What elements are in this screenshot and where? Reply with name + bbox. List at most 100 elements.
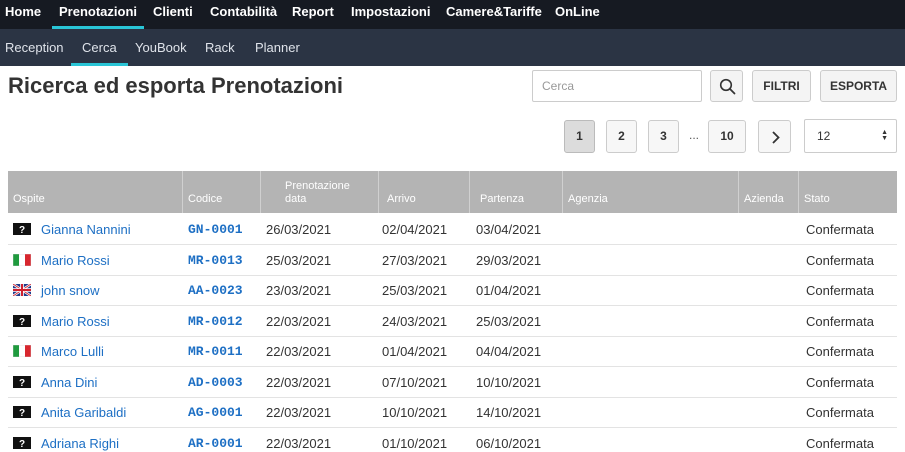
unknown-flag-icon: ? [13, 223, 31, 235]
arrival-date: 01/04/2021 [382, 344, 448, 359]
filters-button[interactable]: FILTRI [752, 70, 811, 102]
table-row[interactable]: ? Adriana Righi AR-0001 22/03/2021 01/10/202… [8, 428, 897, 452]
subnav-item-rack[interactable]: Rack [205, 29, 235, 66]
departure-date: 03/04/2021 [476, 222, 542, 237]
booking-code-link[interactable]: AR-0001 [188, 428, 243, 452]
guest-name-link[interactable]: john snow [41, 275, 100, 305]
booking-code-link[interactable]: MR-0013 [188, 245, 243, 275]
unknown-flag-icon: ? [13, 314, 31, 327]
booking-code-link[interactable]: MR-0012 [188, 306, 243, 336]
topnav-item-home[interactable]: Home [5, 0, 41, 29]
export-button[interactable]: ESPORTA [820, 70, 897, 102]
pagination-ellipsis: ... [689, 128, 700, 142]
column-header-agenzia[interactable]: Agenzia [563, 171, 739, 213]
booking-date: 22/03/2021 [266, 374, 332, 390]
guest-name-link[interactable]: Adriana Righi [41, 428, 119, 452]
status: Confermata [806, 374, 874, 390]
search-icon [719, 78, 736, 95]
page-button-1[interactable]: 1 [564, 120, 595, 153]
per-page-select[interactable]: 12 ▲ ▼ [804, 119, 897, 153]
arrival-date: 24/03/2021 [382, 313, 448, 329]
departure-date: 14/10/2021 [476, 405, 542, 420]
booking-code-link[interactable]: AA-0023 [188, 275, 243, 305]
column-header-prenotazione-data[interactable]: Prenotazione data [261, 171, 379, 213]
guest-name-link[interactable]: Anita Garibaldi [41, 397, 126, 427]
arrival-date: 07/10/2021 [382, 374, 448, 390]
unknown-flag-icon: ? [13, 436, 31, 449]
topnav-item-clienti[interactable]: Clienti [153, 0, 193, 29]
svg-text:?: ? [19, 408, 25, 418]
topnav-item-contabilita[interactable]: Contabilità [210, 0, 277, 29]
guest-name-link[interactable]: Mario Rossi [41, 245, 110, 275]
status: Confermata [806, 252, 874, 268]
search-button[interactable] [710, 70, 743, 102]
per-page-value: 12 [817, 129, 831, 143]
arrival-date: 01/10/2021 [382, 435, 448, 451]
departure-date: 01/04/2021 [476, 283, 542, 298]
column-header-arrivo[interactable]: Arrivo [379, 171, 470, 213]
table-row[interactable]: ? Anita Garibaldi AG-0001 22/03/2021 10/10/2… [8, 397, 897, 428]
status: Confermata [806, 283, 874, 298]
guest-name-link[interactable]: Gianna Nannini [41, 214, 131, 244]
next-page-button[interactable] [758, 120, 791, 153]
booking-date: 26/03/2021 [266, 222, 332, 237]
status: Confermata [806, 405, 874, 420]
page-button-10[interactable]: 10 [708, 120, 746, 153]
departure-date: 10/10/2021 [476, 374, 542, 390]
subnav-item-planner[interactable]: Planner [255, 29, 300, 66]
unknown-flag-icon: ? [13, 406, 31, 418]
status: Confermata [806, 313, 874, 329]
booking-code-link[interactable]: MR-0011 [188, 336, 243, 366]
svg-text:?: ? [19, 225, 25, 235]
departure-date: 29/03/2021 [476, 252, 542, 268]
booking-date: 22/03/2021 [266, 435, 332, 451]
booking-date: 25/03/2021 [266, 252, 332, 268]
departure-date: 06/10/2021 [476, 435, 542, 451]
status: Confermata [806, 222, 874, 237]
topnav-item-report[interactable]: Report [292, 0, 334, 29]
subnav-item-reception[interactable]: Reception [5, 29, 64, 66]
table-row[interactable]: john snow AA-0023 23/03/2021 25/03/2021 01/0… [8, 275, 897, 306]
status: Confermata [806, 435, 874, 451]
page-button-2[interactable]: 2 [606, 120, 637, 153]
status: Confermata [806, 344, 874, 359]
column-header-ospite[interactable]: Ospite [8, 171, 183, 213]
svg-text:?: ? [19, 378, 25, 388]
guest-name-link[interactable]: Anna Dini [41, 367, 97, 397]
arrival-date: 27/03/2021 [382, 252, 448, 268]
table-row[interactable]: Marco Lulli MR-0011 22/03/2021 01/04/2021 04… [8, 336, 897, 367]
column-header-partenza[interactable]: Partenza [470, 171, 563, 213]
page-title: Ricerca ed esporta Prenotazioni [8, 73, 343, 98]
subnav-item-youbook[interactable]: YouBook [135, 29, 187, 66]
topnav-item-online[interactable]: OnLine [555, 0, 600, 29]
table-row[interactable]: ? Anna Dini AD-0003 22/03/2021 07/10/2021 10/… [8, 367, 897, 398]
table-row[interactable]: ? Mario Rossi MR-0012 22/03/2021 24/03/2021 2… [8, 306, 897, 337]
departure-date: 04/04/2021 [476, 344, 542, 359]
guest-name-link[interactable]: Mario Rossi [41, 306, 110, 336]
page-button-3[interactable]: 3 [648, 120, 679, 153]
unknown-flag-icon: ? [13, 375, 31, 388]
table-row[interactable]: ? Gianna Nannini GN-0001 26/03/2021 02/04/20… [8, 214, 897, 245]
table-row[interactable]: Mario Rossi MR-0013 25/03/2021 27/03/2021 29… [8, 245, 897, 276]
table-header: Ospite Codice Prenotazione data Arrivo P… [8, 171, 897, 213]
guest-name-link[interactable]: Marco Lulli [41, 336, 104, 366]
top-navigation: Home Prenotazioni Clienti Contabilità Re… [0, 0, 905, 29]
subnav-item-cerca[interactable]: Cerca [71, 29, 128, 66]
booking-date: 22/03/2021 [266, 405, 332, 420]
topnav-item-prenotazioni[interactable]: Prenotazioni [51, 0, 145, 29]
column-header-stato[interactable]: Stato [799, 171, 897, 213]
column-header-codice[interactable]: Codice [183, 171, 261, 213]
topnav-item-camere-tariffe[interactable]: Camere&Tariffe [446, 0, 542, 29]
italy-flag-icon [13, 253, 31, 266]
booking-date: 22/03/2021 [266, 313, 332, 329]
italy-flag-icon [13, 345, 31, 357]
column-header-azienda[interactable]: Azienda [739, 171, 799, 213]
booking-code-link[interactable]: GN-0001 [188, 214, 243, 244]
booking-code-link[interactable]: AD-0003 [188, 367, 243, 397]
uk-flag-icon [13, 284, 31, 296]
arrival-date: 10/10/2021 [382, 405, 448, 420]
search-input[interactable] [532, 70, 702, 102]
topnav-item-impostazioni[interactable]: Impostazioni [351, 0, 430, 29]
svg-text:?: ? [19, 317, 25, 327]
booking-code-link[interactable]: AG-0001 [188, 397, 243, 427]
